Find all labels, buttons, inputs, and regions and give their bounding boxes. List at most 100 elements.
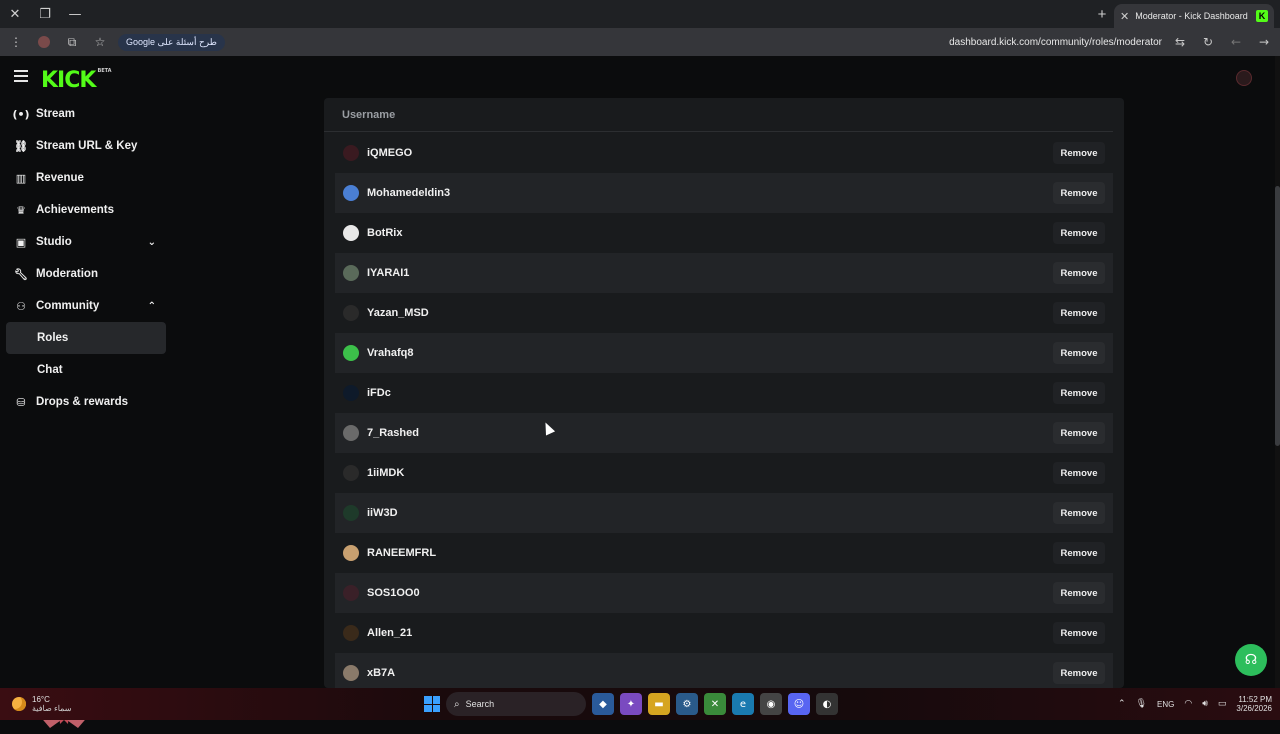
sidebar-item-stream[interactable]: (•) Stream xyxy=(6,98,166,130)
xbox-app-icon[interactable]: ✕ xyxy=(704,693,726,715)
windows-start-icon[interactable] xyxy=(424,696,440,712)
user-avatar[interactable] xyxy=(343,425,359,441)
user-avatar[interactable] xyxy=(343,225,359,241)
user-avatar[interactable] xyxy=(343,145,359,161)
language-indicator[interactable]: ENG xyxy=(1157,700,1174,709)
username[interactable]: 7_Rashed xyxy=(367,427,1053,439)
close-tab-icon[interactable]: ✕ xyxy=(1120,10,1129,23)
remove-moderator-button[interactable]: Remove xyxy=(1053,622,1105,644)
username[interactable]: Allen_21 xyxy=(367,627,1053,639)
remove-moderator-button[interactable]: Remove xyxy=(1053,662,1105,684)
username[interactable]: Vrahafq8 xyxy=(367,347,1053,359)
menu-dots-icon[interactable]: ⋮ xyxy=(6,32,26,52)
forward-icon[interactable]: → xyxy=(1254,32,1274,52)
user-avatar[interactable] xyxy=(343,585,359,601)
remove-moderator-button[interactable]: Remove xyxy=(1053,302,1105,324)
table-body: iQMEGO Remove Mohamedeldin3 Remove BotRix Rem… xyxy=(324,132,1124,688)
sidebar-item-achievements[interactable]: ♛ Achievements xyxy=(6,194,166,226)
username[interactable]: BotRix xyxy=(367,227,1053,239)
sidebar-item-revenue[interactable]: ▥ Revenue xyxy=(6,162,166,194)
close-window-icon[interactable]: ✕ xyxy=(0,0,30,28)
wrench-icon: 🔧︎ xyxy=(14,267,28,281)
taskbar-search[interactable]: ⌕ Search xyxy=(446,692,586,716)
wifi-icon[interactable]: ◠ xyxy=(1184,699,1192,709)
settings-app-icon[interactable]: ⚙ xyxy=(676,693,698,715)
remove-moderator-button[interactable]: Remove xyxy=(1053,382,1105,404)
remove-moderator-button[interactable]: Remove xyxy=(1053,502,1105,524)
chrome-browser-icon[interactable]: ◉ xyxy=(760,693,782,715)
remove-moderator-button[interactable]: Remove xyxy=(1053,342,1105,364)
user-avatar[interactable] xyxy=(343,385,359,401)
clock[interactable]: 11:52 PM 3/26/2026 xyxy=(1236,695,1272,713)
user-avatar[interactable] xyxy=(343,345,359,361)
microphone-icon[interactable]: 🎙︎ xyxy=(1136,699,1147,709)
page-scrollbar[interactable] xyxy=(1275,56,1280,688)
user-avatar[interactable] xyxy=(343,545,359,561)
chevron-up-icon[interactable]: ⌃ xyxy=(148,301,156,312)
sidebar-item-community[interactable]: ⚇ Community ⌃ xyxy=(6,290,166,322)
edge-browser-icon[interactable]: e xyxy=(732,693,754,715)
profile-avatar[interactable] xyxy=(34,32,54,52)
username[interactable]: Yazan_MSD xyxy=(367,307,1053,319)
user-avatar[interactable] xyxy=(343,265,359,281)
remove-moderator-button[interactable]: Remove xyxy=(1053,262,1105,284)
sidebar-item-moderation[interactable]: 🔧︎ Moderation xyxy=(6,258,166,290)
username[interactable]: xB7A xyxy=(367,667,1053,679)
username[interactable]: 1iiMDK xyxy=(367,467,1053,479)
username[interactable]: iFDc xyxy=(367,387,1053,399)
sidebar-item-studio[interactable]: ▣ Studio ⌄ xyxy=(6,226,166,258)
support-chat-button[interactable]: ☊ xyxy=(1235,644,1267,676)
obs-app-icon[interactable]: ◐ xyxy=(816,693,838,715)
vpn-app-icon[interactable]: ◆ xyxy=(592,693,614,715)
user-avatar[interactable] xyxy=(343,185,359,201)
user-avatar[interactable] xyxy=(343,465,359,481)
copilot-app-icon[interactable]: ✦ xyxy=(620,693,642,715)
google-ask-chip[interactable]: Google طرح أسئلة على xyxy=(118,33,225,51)
username[interactable]: RANEEMFRL xyxy=(367,547,1053,559)
username[interactable]: IYARAI1 xyxy=(367,267,1053,279)
username[interactable]: Mohamedeldin3 xyxy=(367,187,1053,199)
kick-logo[interactable]: KICK BETA xyxy=(41,68,112,93)
remove-moderator-button[interactable]: Remove xyxy=(1053,462,1105,484)
minimize-window-icon[interactable]: — xyxy=(60,0,90,28)
url-field[interactable]: dashboard.kick.com/community/roles/moder… xyxy=(949,37,1162,48)
username[interactable]: SOS1OO0 xyxy=(367,587,1053,599)
table-row: Mohamedeldin3 Remove xyxy=(335,173,1113,213)
user-avatar[interactable] xyxy=(343,665,359,681)
bookmark-star-icon[interactable]: ☆ xyxy=(90,32,110,52)
hamburger-menu-icon[interactable] xyxy=(14,70,28,82)
battery-icon[interactable]: ▭ xyxy=(1218,699,1227,709)
sidebar-item-chat[interactable]: Chat xyxy=(6,354,166,386)
weather-widget[interactable]: 16°C سماء صافية xyxy=(0,695,200,713)
file-explorer-icon[interactable]: ▬ xyxy=(648,693,670,715)
username[interactable]: iQMEGO xyxy=(367,147,1053,159)
remove-moderator-button[interactable]: Remove xyxy=(1053,182,1105,204)
site-settings-icon[interactable]: ⇆ xyxy=(1170,32,1190,52)
extensions-icon[interactable]: ⧉ xyxy=(62,32,82,52)
remove-moderator-button[interactable]: Remove xyxy=(1053,222,1105,244)
sidebar-item-roles[interactable]: Roles xyxy=(6,322,166,354)
sidebar: (•) Stream ⛓ Stream URL & Key ▥ Revenue … xyxy=(6,98,166,418)
remove-moderator-button[interactable]: Remove xyxy=(1053,142,1105,164)
user-avatar[interactable] xyxy=(343,305,359,321)
new-tab-icon[interactable]: + xyxy=(1090,0,1114,28)
discord-app-icon[interactable]: ☺ xyxy=(788,693,810,715)
chevron-down-icon[interactable]: ⌄ xyxy=(148,237,156,248)
reload-icon[interactable]: ↻ xyxy=(1198,32,1218,52)
sidebar-item-drops-rewards[interactable]: ⛁ Drops & rewards xyxy=(6,386,166,418)
scrollbar-thumb[interactable] xyxy=(1275,186,1280,446)
sidebar-item-stream-url-key[interactable]: ⛓ Stream URL & Key xyxy=(6,130,166,162)
volume-icon[interactable]: 🔊︎ xyxy=(1202,699,1208,709)
remove-moderator-button[interactable]: Remove xyxy=(1053,542,1105,564)
sidebar-item-label: Revenue xyxy=(36,172,84,184)
browser-tab[interactable]: ✕ Moderator - Kick Dashboard K xyxy=(1114,4,1274,28)
chevron-up-icon[interactable]: ⌃ xyxy=(1118,699,1126,709)
remove-moderator-button[interactable]: Remove xyxy=(1053,422,1105,444)
user-avatar[interactable] xyxy=(343,625,359,641)
restore-window-icon[interactable]: ❐ xyxy=(30,0,60,28)
back-icon[interactable]: ← xyxy=(1226,32,1246,52)
user-avatar[interactable] xyxy=(1236,70,1252,86)
remove-moderator-button[interactable]: Remove xyxy=(1053,582,1105,604)
username[interactable]: iiW3D xyxy=(367,507,1053,519)
user-avatar[interactable] xyxy=(343,505,359,521)
